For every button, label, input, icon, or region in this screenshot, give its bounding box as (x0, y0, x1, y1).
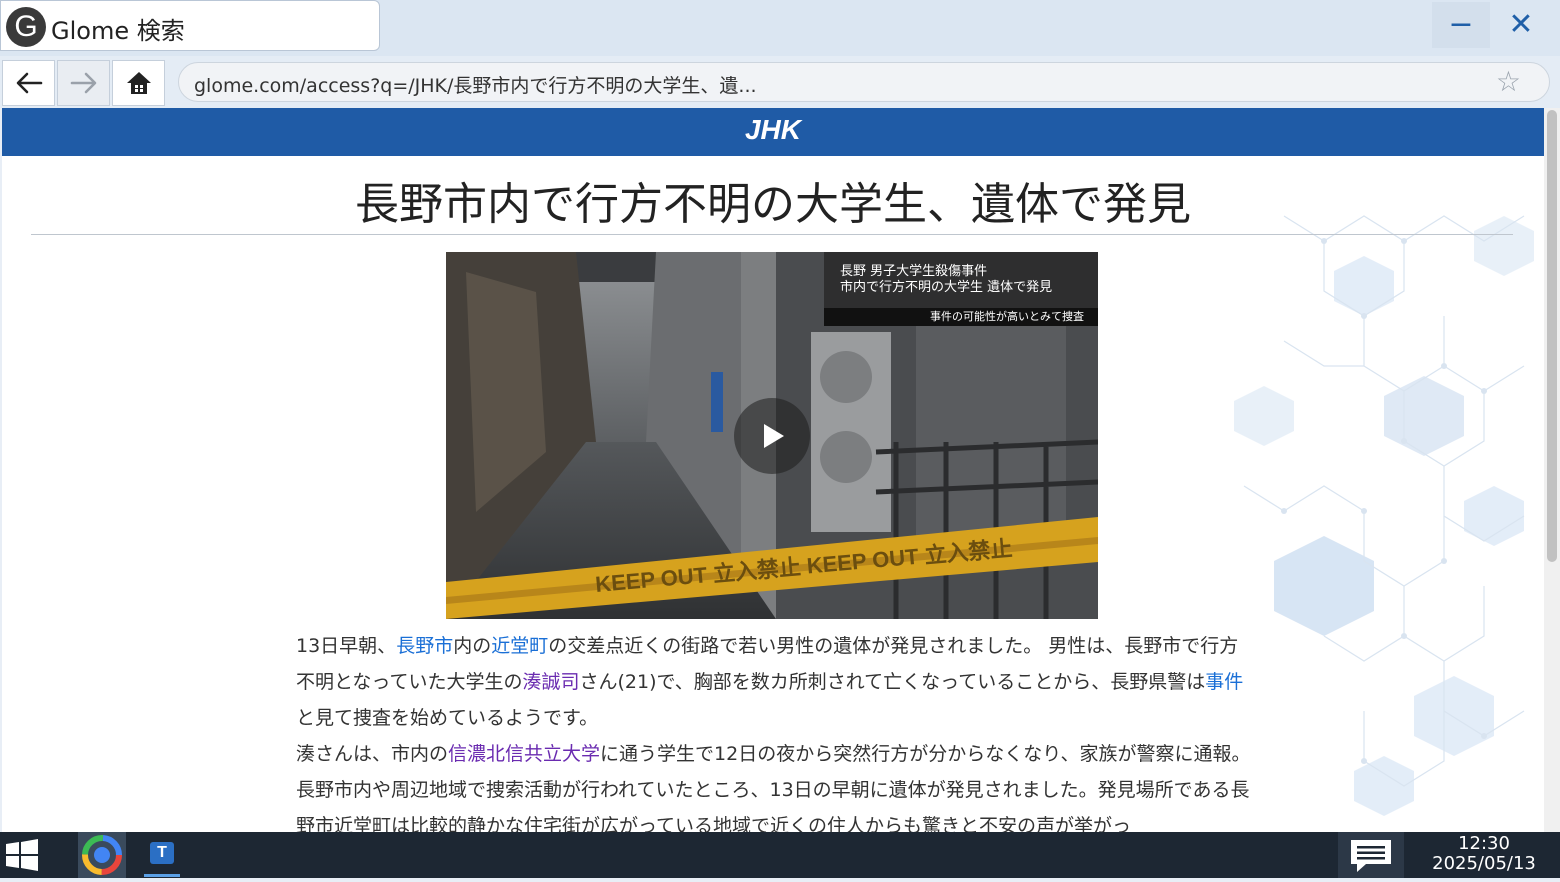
taskbar: T 12:30 2025/05/13 (0, 832, 1560, 878)
link-incident[interactable]: 事件 (1205, 671, 1243, 693)
active-app-indicator (144, 874, 180, 877)
article-text: 内の (453, 635, 492, 657)
taskbar-glome-browser[interactable] (78, 832, 126, 878)
glome-browser-icon (82, 835, 122, 875)
article-headline: 長野市内で行方不明の大学生、遺体で発見 (355, 179, 1191, 230)
link-kindo-cho[interactable]: 近堂町 (491, 635, 548, 657)
article-text: と見て捜査を始めているようです。 (296, 707, 599, 729)
clock-time: 12:30 (1458, 833, 1510, 854)
page-scrollbar[interactable] (1544, 108, 1560, 832)
system-clock[interactable]: 12:30 2025/05/13 (1408, 834, 1560, 874)
glome-logo-icon: G (6, 7, 46, 47)
title-bar: G Glome 検索 − ✕ (0, 0, 1560, 56)
chat-bubble-icon (1351, 840, 1391, 872)
minimize-button[interactable]: − (1432, 2, 1490, 48)
video-player[interactable]: KEEP OUT 立入禁止 KEEP OUT 立入禁止 長野 男子大学生殺傷事件… (446, 252, 1098, 619)
url-text: glome.com/access?q=/JHK/長野市内で行方不明の大学生、遺.… (194, 75, 757, 97)
notifications-button[interactable] (1338, 832, 1404, 878)
link-minato-seiji[interactable]: 湊誠司 (522, 671, 579, 693)
close-button[interactable]: ✕ (1492, 2, 1550, 48)
arrow-right-icon (70, 72, 96, 94)
article-text: さん(21)で、胸部を数カ所刺されて亡くなっていることから、長野県警は (579, 671, 1206, 693)
tab-title: Glome 検索 (51, 17, 185, 45)
clock-date: 2025/05/13 (1432, 853, 1536, 874)
article-paragraph-2: 湊さんは、市内の信濃北信共立大学に通う学生で12日の夜から突然行方が分からなくな… (296, 736, 1256, 832)
navigation-bar: glome.com/access?q=/JHK/長野市内で行方不明の大学生、遺.… (0, 56, 1560, 108)
headline-divider (31, 234, 1513, 235)
article-body: 13日早朝、長野市内の近堂町の交差点近くの街路で若い男性の遺体が発見されました。… (296, 628, 1256, 832)
site-logo[interactable]: JHK (2, 114, 1544, 146)
forward-button[interactable] (57, 60, 110, 106)
play-icon (764, 424, 784, 448)
address-bar[interactable]: glome.com/access?q=/JHK/長野市内で行方不明の大学生、遺.… (178, 62, 1550, 102)
scrollbar-thumb[interactable] (1547, 110, 1557, 562)
video-caption-line1: 長野 男子大学生殺傷事件 (840, 264, 988, 279)
web-page: JHK 長野市内で行方不明の大学生、遺体で発見 KEEP OUT 立入禁止 KE… (2, 108, 1544, 832)
home-button[interactable] (112, 60, 165, 106)
site-header: JHK (2, 108, 1544, 156)
article-paragraph-1: 13日早朝、長野市内の近堂町の交差点近くの街路で若い男性の遺体が発見されました。… (296, 628, 1256, 736)
article-text: 湊さんは、市内の (296, 743, 449, 765)
article-text: 13日早朝、 (296, 635, 397, 657)
tutor-app-icon: T (150, 842, 174, 864)
start-button[interactable] (0, 832, 44, 878)
windows-logo-icon (6, 839, 38, 871)
taskbar-tutor-app[interactable]: T (138, 832, 186, 878)
arrow-left-icon (16, 72, 42, 94)
link-university[interactable]: 信濃北信共立大学 (448, 743, 600, 765)
home-icon (126, 72, 151, 94)
browser-tab[interactable]: G Glome 検索 (0, 0, 380, 51)
video-caption-subtitle: 事件の可能性が高いとみて捜査 (824, 308, 1098, 326)
play-button[interactable] (734, 398, 810, 474)
link-nagano-city[interactable]: 長野市 (396, 635, 453, 657)
back-button[interactable] (2, 60, 55, 106)
bookmark-star-icon[interactable]: ☆ (1496, 65, 1521, 98)
video-caption-line2: 市内で行方不明の大学生 遺体で発見 (840, 280, 1053, 295)
